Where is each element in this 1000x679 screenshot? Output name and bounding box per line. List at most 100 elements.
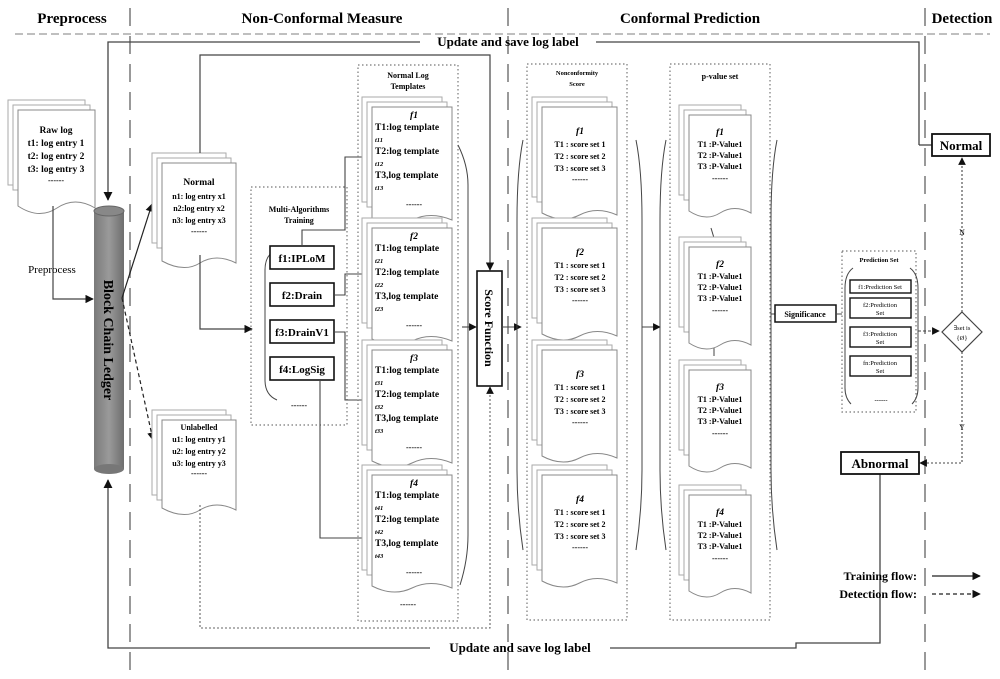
templates-bracket (457, 144, 469, 586)
nonconformity-line: T1 : score set 1 (555, 383, 606, 392)
template-id: t13 (375, 185, 384, 192)
nonconformity-line: T2 : score set 2 (555, 273, 606, 282)
pvalue-line: T1 :P-Value1 (698, 272, 743, 281)
raw-log-document: Raw log t1: log entry 1 t2: log entry 2 … (7, 99, 96, 214)
block-chain-ledger: Block Chain Ledger (93, 205, 125, 474)
framework-diagram: Preprocess Non-Conformal Measure Conform… (7, 8, 993, 679)
algorithm-label: f1:IPLoM (278, 253, 326, 265)
pvalue-document: f3 T1 :P-Value1 T2 :P-Value1 T3 :P-Value1 --… (678, 359, 752, 473)
algorithm-label: f2:Drain (282, 290, 322, 302)
pvalue-document: f1 T1 :P-Value1 T2 :P-Value1 T3 :P-Value1 --… (678, 104, 752, 218)
prediction-set-item: f1:Prediction Set (849, 279, 912, 294)
nonconformity-bracket-right (635, 139, 643, 551)
template-line: T1:log template (375, 244, 439, 254)
pvalue-line: T1 :P-Value1 (698, 520, 743, 529)
ledger-to-unlabelled-arrow (121, 297, 156, 441)
update-line-top (596, 41, 920, 145)
normal-result-label: Normal (940, 138, 983, 153)
legend-detection-label: Detection flow: (839, 587, 917, 601)
pvalue-document: f4 T1 :P-Value1 T2 :P-Value1 T3 :P-Value1 --… (678, 484, 752, 598)
template-function-label: f4 (410, 479, 418, 489)
templates-ellipsis: ------ (400, 600, 416, 609)
nonconformity-function-label: f4 (576, 495, 584, 505)
template-document: f4 T1:log template t41 T2:log template t42 T3… (361, 464, 453, 593)
nonconformity-function-label: f1 (576, 127, 584, 137)
template-line: T2:log template (375, 390, 439, 400)
template-function-label: f3 (410, 354, 418, 364)
template-line: T3,log template (375, 414, 438, 424)
nonconformity-ellipsis: ------ (572, 296, 588, 305)
nonconformity-bracket-left (516, 139, 524, 551)
pvalue-line: T2 :P-Value1 (698, 531, 743, 540)
unlabelled-doc-title: Unlabelled (181, 423, 218, 432)
template-id: t42 (375, 529, 384, 536)
ledger-label: Block Chain Ledger (100, 280, 115, 401)
template-function-label: f1 (410, 111, 418, 121)
unlabelled-doc-entry: u1: log entry y1 (172, 435, 226, 444)
nonconformity-line: T1 : score set 1 (555, 140, 606, 149)
normal-doc-entry: n2:log entry x2 (173, 204, 225, 213)
section-detection: Detection (932, 11, 993, 27)
template-line: T1:log template (375, 123, 439, 133)
prediction-set-label: Set (876, 310, 885, 317)
raw-log-ellipsis: ------ (48, 176, 64, 185)
nonconformity-line: T2 : score set 2 (555, 520, 606, 529)
section-preprocess: Preprocess (37, 11, 107, 27)
training-title: Multi-Algorithms (269, 205, 329, 214)
template-document: f3 T1:log template t31 T2:log template t32 T3… (361, 339, 453, 468)
prediction-set-label: f2:Prediction (863, 302, 898, 309)
decision-no-label: N (959, 228, 965, 237)
pvalue-ellipsis: ------ (712, 429, 728, 438)
prediction-set-title: Prediction Set (859, 257, 899, 264)
template-ellipsis: ------ (406, 568, 422, 577)
nonconformity-document: f3 T1 : score set 1 T2 : score set 2 T3 : s… (531, 339, 618, 463)
nonconformity-line: T3 : score set 3 (555, 285, 606, 294)
pvalue-line: T3 :P-Value1 (698, 162, 743, 171)
prediction-set-item: fn:PredictionSet (849, 355, 912, 377)
decision-yes-arrow (919, 352, 963, 467)
template-line: T2:log template (375, 147, 439, 157)
training-title: Training (284, 216, 314, 225)
template-document: f1 T1:log template t11 T2:log template t12 T3… (361, 96, 453, 225)
template-document: f2 T1:log template t21 T2:log template t22 T3… (361, 217, 453, 346)
nonconformity-line: T1 : score set 1 (555, 508, 606, 517)
score-function-label: Score Function (482, 289, 496, 367)
pvalue-function-label: f2 (716, 260, 724, 270)
multi-algorithm-training: Multi-Algorithms Training f1:IPLoM f2:Dr… (250, 186, 348, 426)
pvalue-line: T2 :P-Value1 (698, 151, 743, 160)
pvalue-line: T2 :P-Value1 (698, 283, 743, 292)
pvalue-line: T2 :P-Value1 (698, 406, 743, 415)
template-id: t41 (375, 505, 383, 512)
template-id: t12 (375, 161, 384, 168)
pvalue-bracket-right (770, 139, 778, 551)
template-id: t33 (375, 428, 384, 435)
pvalue-line: T1 :P-Value1 (698, 140, 743, 149)
pvalue-line: T3 :P-Value1 (698, 417, 743, 426)
pvalue-document: f2 T1 :P-Value1 T2 :P-Value1 T3 :P-Value1 --… (678, 236, 752, 350)
raw-log-entry: t3: log entry 3 (28, 165, 85, 175)
raw-log-title: Raw log (40, 126, 73, 136)
nonconformity-line: T1 : score set 1 (555, 261, 606, 270)
pvalue-ellipsis: ------ (712, 174, 728, 183)
unlabelled-doc-ellipsis: ------ (191, 469, 207, 478)
abnormal-result-label: Abnormal (851, 456, 908, 471)
prediction-ellipsis: ------ (875, 397, 888, 404)
prediction-set-label: f1:Prediction Set (858, 284, 902, 291)
templates-title: Normal Log (387, 71, 429, 80)
prediction-set-label: Set (876, 368, 885, 375)
nonconformity-ellipsis: ------ (572, 418, 588, 427)
prediction-set-label: fn:Prediction (863, 360, 898, 367)
nonconformity-function-label: f2 (576, 248, 584, 258)
section-non-conformal-measure: Non-Conformal Measure (242, 11, 403, 27)
ledger-to-normal-arrow (121, 203, 154, 299)
template-id: t11 (375, 137, 383, 144)
template-id: t23 (375, 306, 384, 313)
template-id: t22 (375, 282, 384, 289)
template-line: T3,log template (375, 539, 438, 549)
pvalue-bracket-left (659, 139, 667, 551)
normal-doc-entry: n1: log entry x1 (172, 192, 226, 201)
raw-log-entry: t2: log entry 2 (28, 152, 85, 162)
template-line: T1:log template (375, 366, 439, 376)
pvalue-function-label: f4 (716, 508, 724, 518)
nonconformity-line: T3 : score set 3 (555, 407, 606, 416)
